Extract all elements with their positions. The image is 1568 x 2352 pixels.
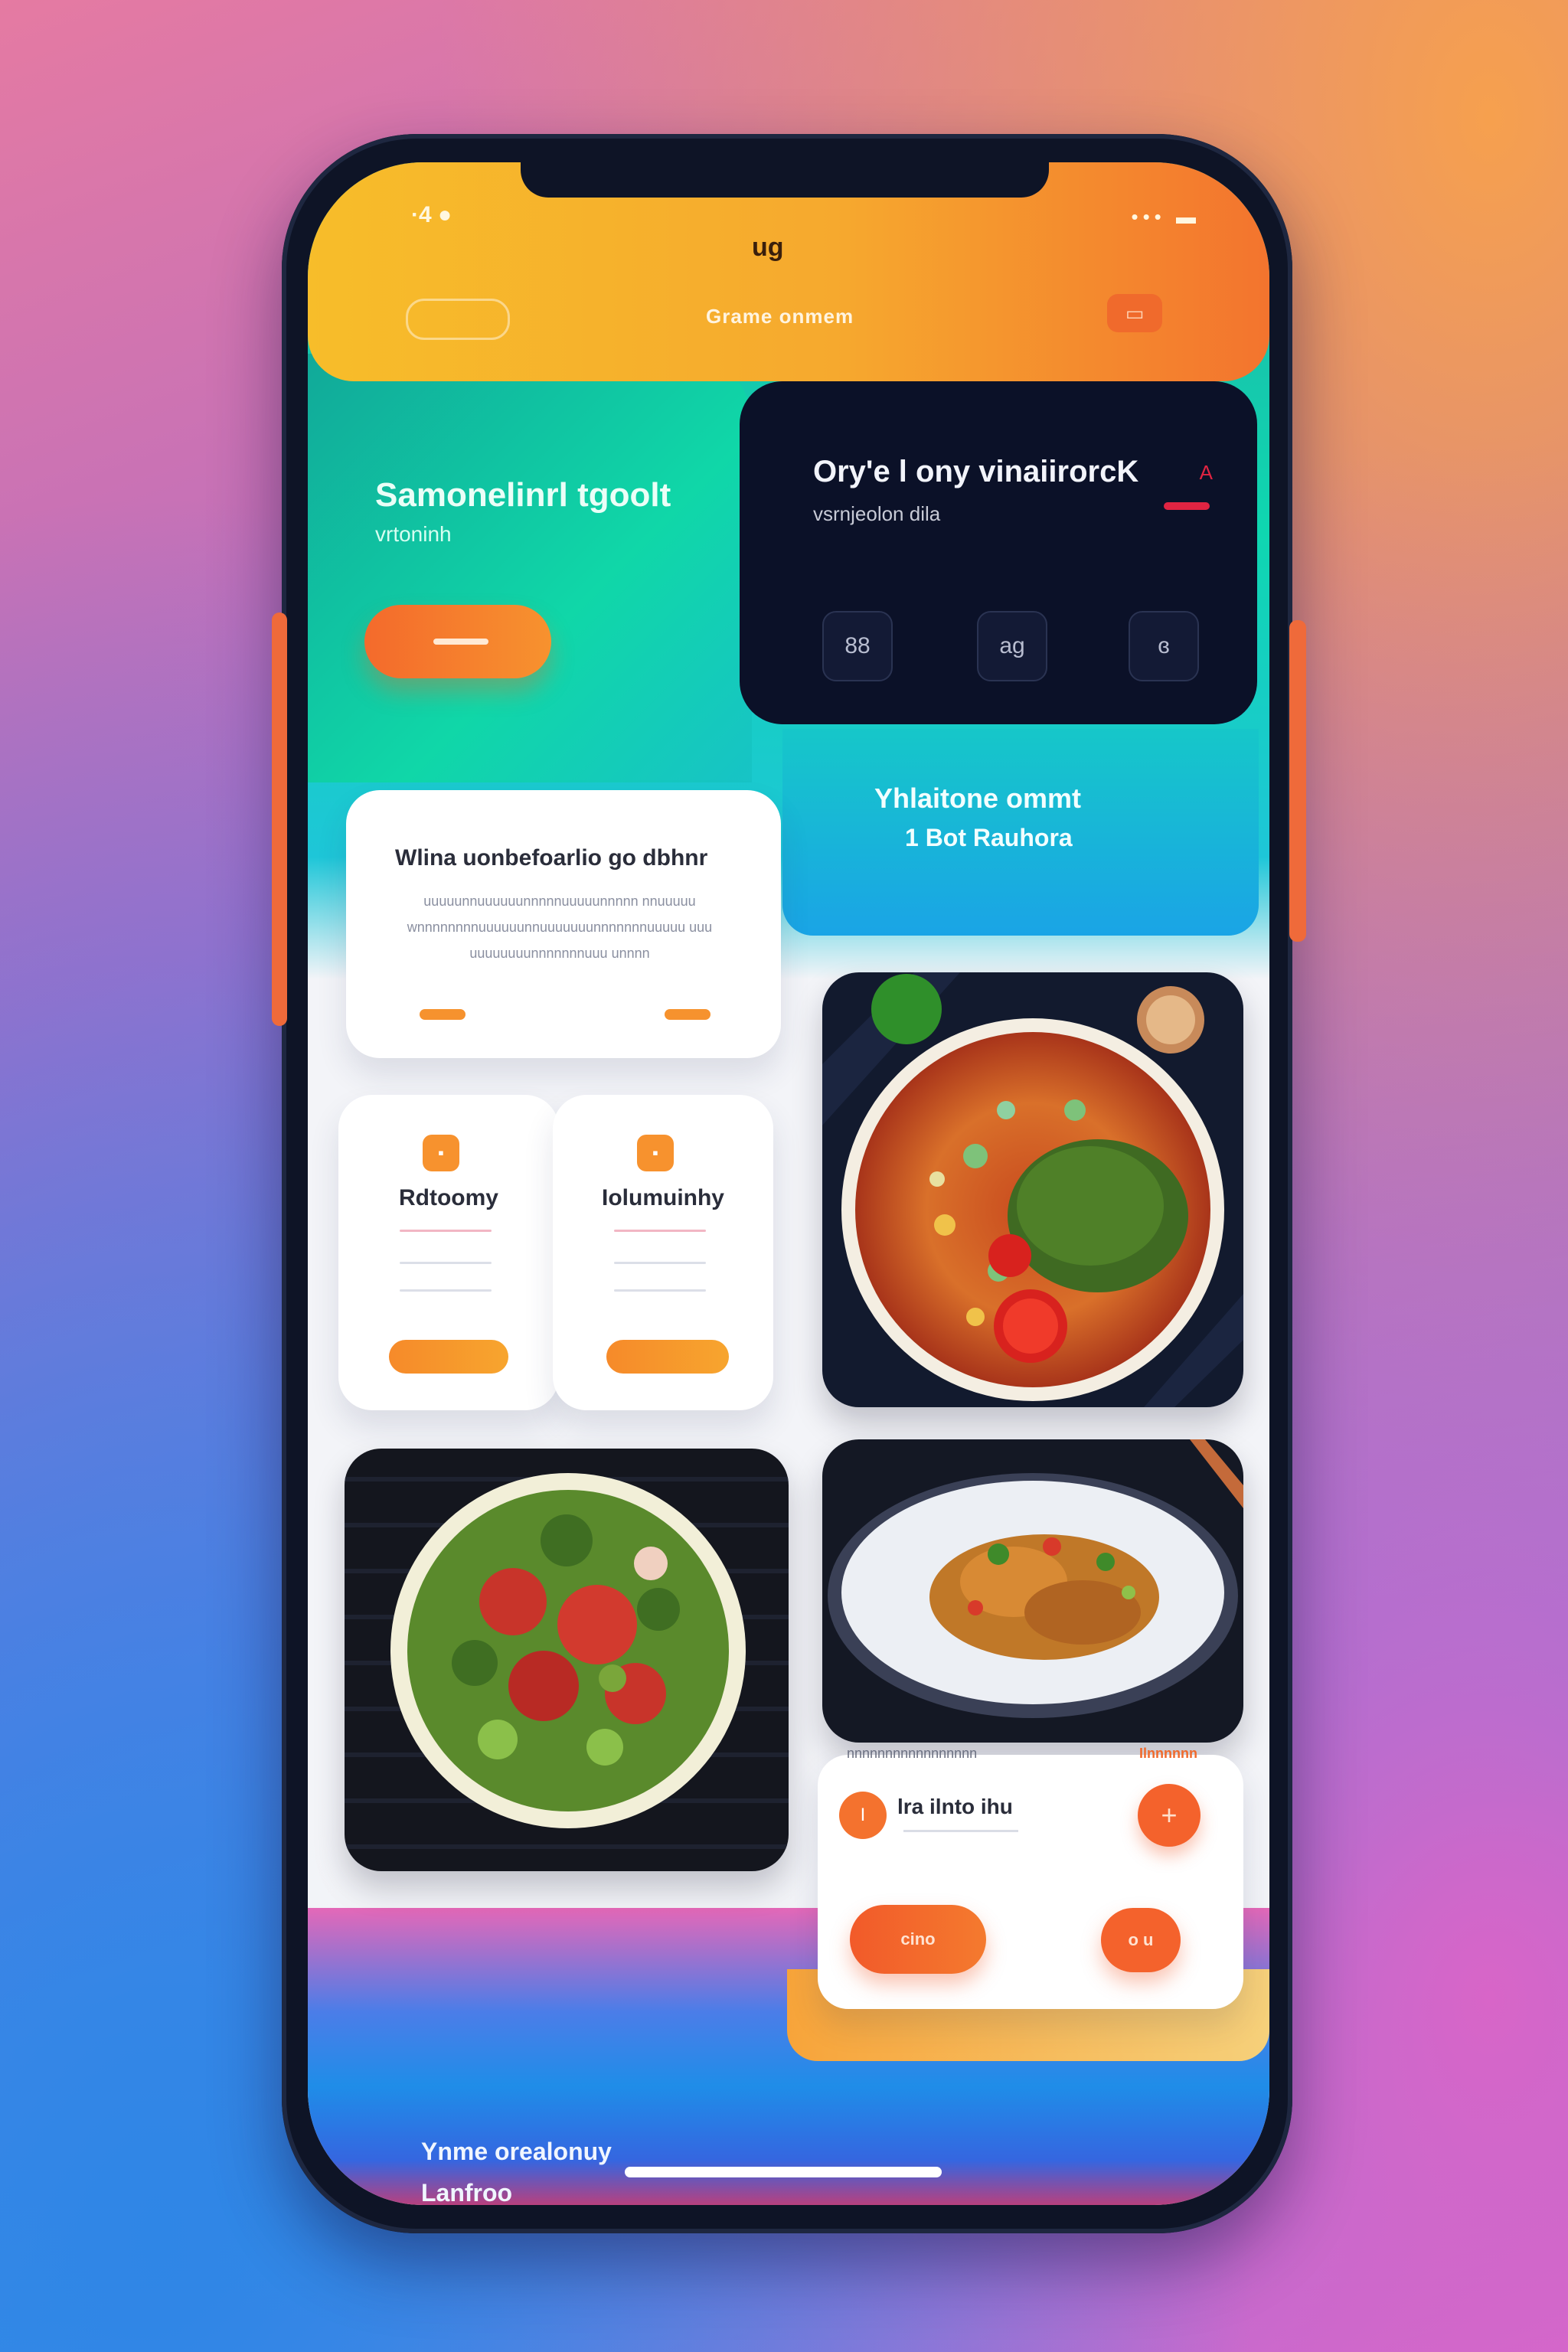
info-card-link-right[interactable]: [665, 1009, 710, 1020]
dark-card-accent-bar: [1164, 502, 1210, 510]
footer-line-1: Ynme orealonuy: [421, 2138, 612, 2165]
volume-button: [272, 612, 287, 1026]
dark-card-accent: A: [1199, 461, 1213, 484]
featured-dark-card[interactable]: Ory'e l ony vinaiirorcK A vsrnjeolon dil…: [740, 381, 1257, 724]
info-card-link-left[interactable]: [420, 1009, 466, 1020]
footer-line-2: Lanfroo: [421, 2179, 513, 2205]
camera-notch: [521, 162, 1049, 198]
food-photo-plate[interactable]: [822, 1439, 1243, 1743]
hero-subtitle: vrtoninh: [375, 522, 452, 546]
cart-button[interactable]: ▭: [1107, 294, 1162, 332]
salad-bowl-image: [345, 1449, 789, 1871]
order-card[interactable]: nnnnnnnnnnnnnnnnn Ilnnnnnn I lra ilnto i…: [818, 1746, 1243, 2009]
home-indicator[interactable]: [625, 2167, 942, 2177]
info-card-title: Wlina uonbefoarlio go dbhnr: [395, 845, 708, 871]
plated-dish-image: [822, 1439, 1243, 1743]
hero-cta-button[interactable]: [364, 605, 551, 678]
cart-icon: ▭: [1125, 301, 1145, 325]
promo-banner[interactable]: Yhlaitone ommt 1 Bot Rauhora: [782, 729, 1259, 936]
status-icons: ••• ▬: [1131, 205, 1200, 228]
divider: [614, 1289, 706, 1292]
promo-line-1: Yhlaitone ommt: [874, 782, 1082, 814]
app-logo: ug: [752, 233, 784, 262]
food-photo-salad[interactable]: [345, 1449, 789, 1871]
add-item-button[interactable]: +: [1138, 1784, 1200, 1847]
category-card[interactable]: ▪ Iolumuinhy: [553, 1095, 773, 1410]
location-icon[interactable]: ɞ: [1129, 611, 1199, 681]
status-time: ·4 ●: [411, 202, 452, 227]
hero-panel: [308, 354, 752, 782]
category-button[interactable]: [389, 1340, 508, 1374]
order-button[interactable]: cino: [850, 1905, 986, 1974]
category-title: Iolumuinhy: [602, 1185, 724, 1210]
item-number-badge: I: [839, 1792, 887, 1839]
divider: [400, 1262, 492, 1264]
power-button: [1289, 620, 1306, 942]
info-card[interactable]: Wlina uonbefoarlio go dbhnr uuuuunnuuuuu…: [346, 790, 781, 1058]
soup-bowl-image: [822, 972, 1243, 1407]
dark-card-title: Ory'e l ony vinaiirorcK: [813, 455, 1139, 488]
options-button[interactable]: o u: [1101, 1908, 1181, 1972]
order-card-price: Ilnnnnnn: [1139, 1746, 1197, 1761]
promo-line-2: 1 Bot Rauhora: [905, 824, 1073, 851]
hero-title: Samonelinrl tgoolt: [375, 476, 671, 514]
category-button[interactable]: [606, 1340, 729, 1374]
info-card-body: uuuuunnuuuuuunnnnnuuuuunnnnn nnuuuuu wnn…: [407, 893, 713, 961]
category-title: Rdtoomy: [399, 1185, 498, 1210]
app-screen: ·4 ● ••• ▬ ug Grame onmem ▭ Samonelinrl …: [308, 162, 1269, 2205]
grid-icon[interactable]: 88: [822, 611, 893, 681]
item-name: lra ilnto ihu: [897, 1795, 1013, 1818]
order-card-header: nnnnnnnnnnnnnnnnn: [847, 1746, 978, 1761]
plus-icon: +: [1161, 1799, 1178, 1831]
tag-icon[interactable]: ag: [977, 611, 1047, 681]
category-card[interactable]: ▪ Rdtoomy: [338, 1095, 559, 1410]
divider: [400, 1230, 492, 1232]
category-icon: ▪: [637, 1135, 674, 1171]
divider: [400, 1289, 492, 1292]
divider: [614, 1230, 706, 1232]
food-photo-soup[interactable]: [822, 972, 1243, 1407]
category-icon: ▪: [423, 1135, 459, 1171]
divider: [614, 1262, 706, 1264]
dark-card-subtitle: vsrnjeolon dila: [813, 502, 941, 525]
page-title: Grame onmem: [706, 305, 854, 328]
back-button[interactable]: [406, 299, 510, 340]
item-subtext: [903, 1830, 1018, 1832]
